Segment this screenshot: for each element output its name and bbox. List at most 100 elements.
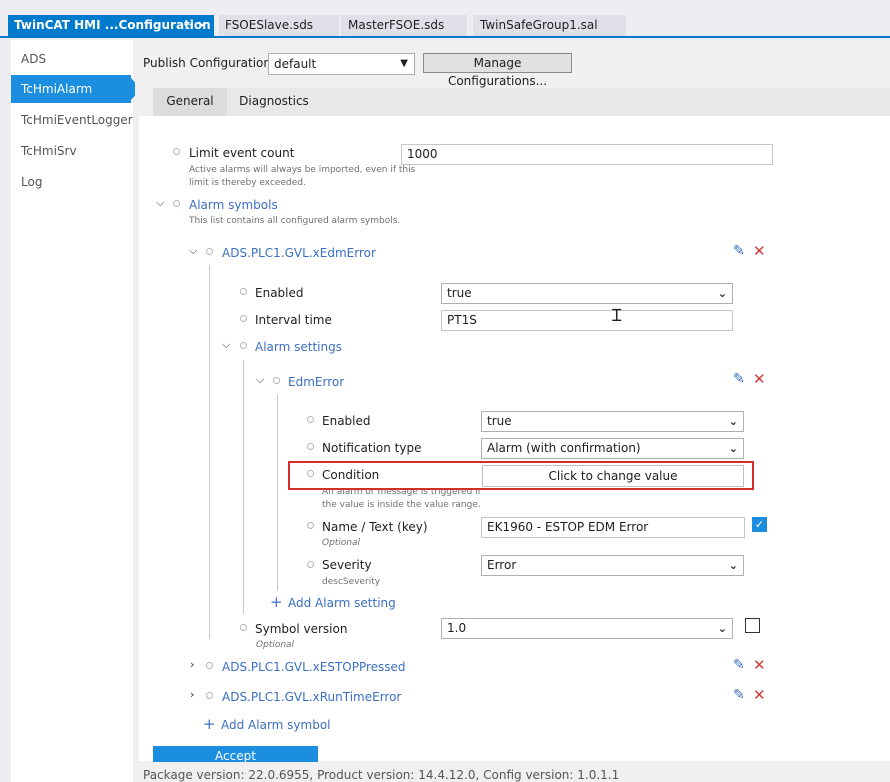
chevron-down-icon[interactable]: ⌵ [256, 374, 264, 385]
symbol-version-label: Symbol version [255, 622, 348, 636]
limit-event-count-label: Limit event count [189, 146, 295, 160]
sidebar-item-tchmisrv[interactable]: TcHmiSrv [11, 137, 131, 165]
publish-configuration-label: Publish Configuration: [143, 56, 276, 70]
notification-type-value: Alarm (with confirmation) [487, 441, 641, 455]
bullet-icon [173, 148, 180, 155]
symbol-name-xestoppressed[interactable]: ADS.PLC1.GVL.xESTOPPressed [222, 660, 406, 674]
chevron-down-icon[interactable]: ⌵ [189, 245, 197, 256]
bullet-icon [206, 692, 213, 699]
chevron-down-icon: ⌄ [717, 622, 727, 635]
bullet-icon [307, 416, 314, 423]
bullet-icon [273, 377, 280, 384]
pencil-icon[interactable]: ✎ [733, 244, 745, 258]
alarm-symbols-label: Alarm symbols [189, 198, 278, 212]
close-icon[interactable]: ✕ [753, 244, 766, 259]
tab-masterfsoe[interactable]: MasterFSOE.sds [341, 15, 467, 37]
name-text-key-input[interactable]: EK1960 - ESTOP EDM Error [481, 517, 745, 538]
top-strip [0, 0, 890, 14]
interval-time-input[interactable]: PT1S [441, 310, 733, 331]
tree-guide-line [209, 265, 210, 639]
tab-diagnostics[interactable]: Diagnostics [231, 88, 317, 116]
tab-general[interactable]: General [153, 88, 227, 116]
symbol-version-optional: Optional [256, 640, 295, 650]
chevron-right-icon[interactable]: › [190, 659, 194, 670]
tab-label: TwinCAT HMI ...Configuration [14, 18, 211, 32]
bullet-icon [307, 443, 314, 450]
bullet-icon [240, 624, 247, 631]
pin-close-icon[interactable]: ⊣ × [183, 15, 207, 36]
tab-fsoeslave[interactable]: FSOESlave.sds [219, 15, 339, 37]
chevron-down-icon: ⌄ [717, 287, 727, 300]
pencil-icon[interactable]: ✎ [733, 372, 745, 386]
pencil-icon[interactable]: ✎ [733, 658, 745, 672]
chevron-down-icon: ⌄ [728, 415, 738, 428]
condition-desc-2: the value is inside the value range. [322, 500, 481, 510]
subtab-bar: General Diagnostics [153, 88, 890, 116]
tab-twincat-hmi-configuration[interactable]: TwinCAT HMI ...Configuration ⊣ × [8, 15, 214, 37]
chevron-down-icon: ⌄ [728, 442, 738, 455]
enabled-select[interactable]: true ⌄ [441, 283, 733, 304]
sidebar-item-log[interactable]: Log [11, 168, 131, 196]
alarm-settings-label: Alarm settings [255, 340, 342, 354]
add-alarm-setting-link[interactable]: Add Alarm setting [288, 596, 396, 610]
bullet-icon [240, 288, 247, 295]
notification-type-label: Notification type [322, 441, 422, 455]
tree-guide-line [277, 395, 278, 591]
name-text-key-checkbox[interactable]: ✓ [752, 517, 767, 532]
text-cursor-icon: Ɪ [612, 306, 622, 326]
sidebar: ADS TcHmiAlarm TcHmiEventLogger TcHmiSrv… [11, 40, 141, 782]
chevron-down-icon[interactable]: ⌵ [156, 197, 164, 208]
symbol-version-checkbox[interactable] [745, 618, 760, 633]
bullet-icon [173, 200, 180, 207]
symbol-name-xruntimeerror[interactable]: ADS.PLC1.GVL.xRunTimeError [222, 690, 401, 704]
severity-select[interactable]: Error ⌄ [481, 555, 744, 576]
severity-value: Error [487, 558, 517, 572]
name-text-key-label: Name / Text (key) [322, 520, 428, 534]
symbol-version-select[interactable]: 1.0 ⌄ [441, 618, 733, 639]
severity-desc: descSeverity [322, 577, 381, 587]
close-icon[interactable]: ✕ [753, 658, 766, 673]
tab-label: TwinSafeGroup1.sal [480, 18, 598, 32]
plus-icon[interactable]: + [270, 595, 283, 610]
symbol-version-value: 1.0 [447, 621, 467, 635]
alarm-symbols-desc: This list contains all configured alarm … [189, 216, 401, 226]
enabled-label: Enabled [255, 286, 304, 300]
setting-enabled-value: true [487, 414, 512, 428]
chevron-right-icon[interactable]: › [190, 689, 194, 700]
name-optional-label: Optional [322, 538, 361, 548]
limit-event-count-input[interactable]: 1000 [401, 144, 773, 165]
publish-configuration-value: default [274, 57, 317, 71]
setting-enabled-label: Enabled [322, 414, 371, 428]
sidebar-item-tchmialarm[interactable]: TcHmiAlarm [11, 75, 141, 103]
notification-type-select[interactable]: Alarm (with confirmation) ⌄ [481, 438, 744, 459]
tree-guide-line [243, 360, 244, 614]
setting-enabled-select[interactable]: true ⌄ [481, 411, 744, 432]
bullet-icon [206, 248, 213, 255]
document-tab-bar: TwinCAT HMI ...Configuration ⊣ × FSOESla… [0, 15, 890, 37]
pencil-icon[interactable]: ✎ [733, 688, 745, 702]
sidebar-item-ads[interactable]: ADS [11, 45, 131, 73]
sidebar-item-tchmieventlogger[interactable]: TcHmiEventLogger [11, 106, 133, 134]
bullet-icon [206, 662, 213, 669]
limit-event-count-desc-2: limit is thereby exceeded. [189, 178, 306, 188]
bullet-icon [307, 522, 314, 529]
close-icon[interactable]: ✕ [753, 688, 766, 703]
manage-configurations-button[interactable]: Manage Configurations... [423, 53, 572, 88]
plus-icon[interactable]: + [203, 717, 216, 732]
tab-underline [0, 36, 890, 38]
add-alarm-symbol-link[interactable]: Add Alarm symbol [221, 718, 331, 732]
close-icon[interactable]: ✕ [753, 372, 766, 387]
symbol-name-xedmerror[interactable]: ADS.PLC1.GVL.xEdmError [222, 246, 376, 260]
bullet-icon [307, 561, 314, 568]
condition-highlight-box [288, 461, 754, 490]
limit-event-count-desc-1: Active alarms will always be imported, e… [189, 165, 416, 175]
bullet-icon [240, 342, 247, 349]
sidebar-item-label: TcHmiAlarm [21, 82, 93, 96]
dropdown-arrow-icon: ▼ [400, 58, 408, 69]
chevron-down-icon: ⌄ [728, 559, 738, 572]
tab-twinsafegroup1[interactable]: TwinSafeGroup1.sal [473, 15, 626, 37]
chevron-down-icon[interactable]: ⌵ [222, 339, 230, 350]
alarm-setting-edmerror[interactable]: EdmError [288, 375, 344, 389]
publish-configuration-select[interactable]: default ▼ [268, 53, 415, 75]
accept-button[interactable]: Accept [153, 746, 318, 762]
